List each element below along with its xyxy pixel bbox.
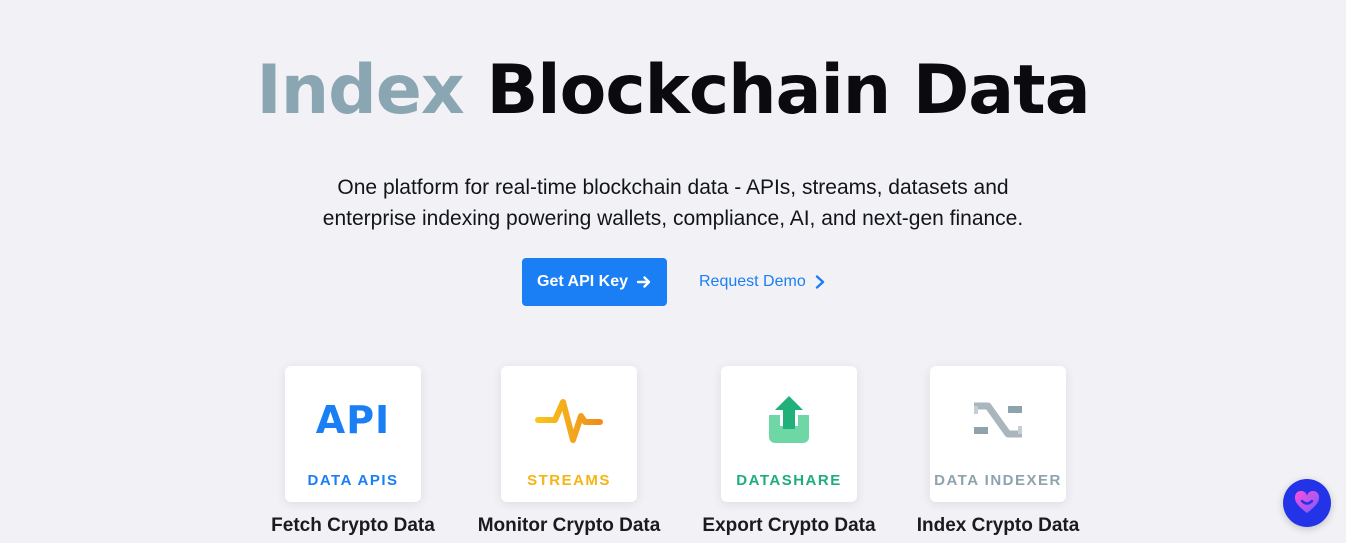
hero-title: Index Blockchain Data [0,48,1346,134]
hero-subtitle-line-1: One platform for real-time blockchain da… [337,176,1009,199]
chat-launcher-button[interactable] [1283,479,1331,527]
product-card-label: DATA INDEXER [934,472,1062,489]
product-card-label: STREAMS [527,472,611,489]
arrow-right-icon [636,276,651,288]
product-caption: Fetch Crypto Data [271,515,435,536]
api-icon-text: API [315,398,391,442]
pulse-icon [501,390,637,450]
get-api-key-button[interactable]: Get API Key [522,258,667,306]
product-caption: Index Crypto Data [916,515,1080,536]
product-card-data-indexer[interactable]: DATA INDEXER [930,366,1066,502]
product-card-label: DATASHARE [736,472,842,489]
product-caption: Export Crypto Data [702,515,876,536]
indexer-icon [930,390,1066,450]
get-api-key-label: Get API Key [537,273,628,290]
hero-subtitle: One platform for real-time blockchain da… [0,172,1346,234]
hero-title-rest: Blockchain Data [486,51,1090,130]
product-card-streams[interactable]: STREAMS [501,366,637,502]
hero-title-accent: Index [256,51,464,130]
upload-icon [721,390,857,450]
heart-chat-icon [1294,491,1320,513]
api-icon: API [285,390,421,450]
chevron-right-icon [815,275,824,289]
hero-subtitle-line-2: enterprise indexing powering wallets, co… [322,207,1024,230]
request-demo-label: Request Demo [699,273,806,290]
landing-page: Index Blockchain Data One platform for r… [0,0,1346,543]
product-card-data-apis[interactable]: API DATA APIS [285,366,421,502]
product-card-label: DATA APIS [307,472,399,489]
product-caption: Monitor Crypto Data [477,515,661,536]
product-card-datashare[interactable]: DATASHARE [721,366,857,502]
request-demo-link[interactable]: Request Demo [699,258,826,306]
